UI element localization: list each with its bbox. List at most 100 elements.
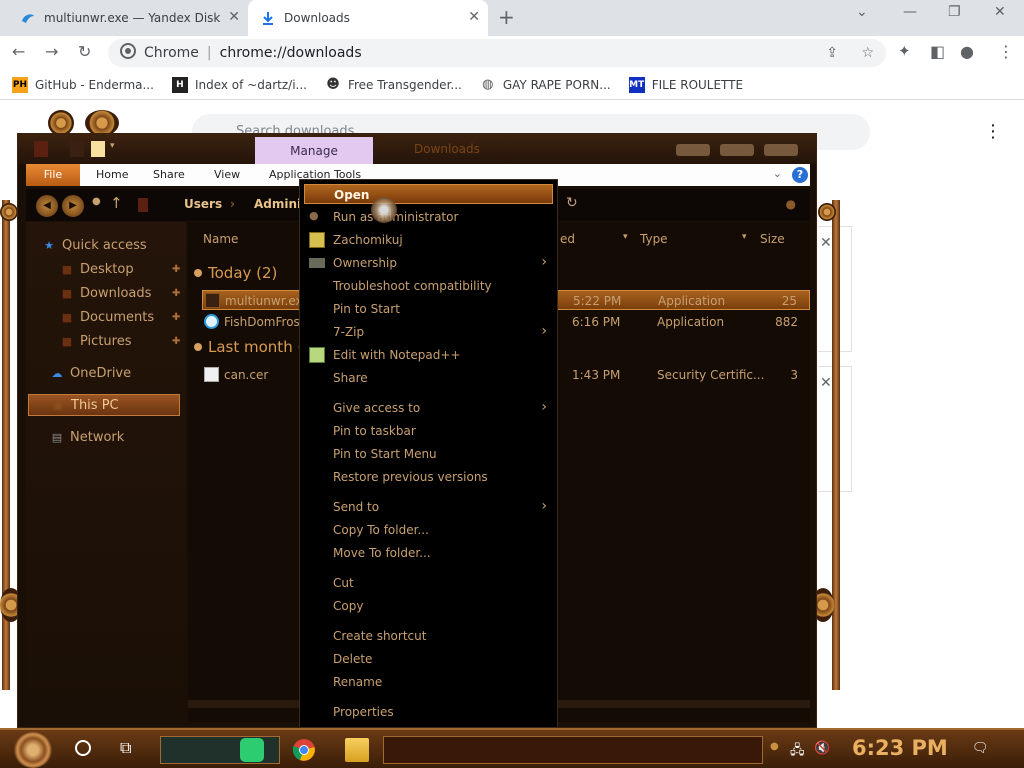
sidebar-item-onedrive[interactable]: ☁ OneDrive bbox=[50, 362, 132, 384]
column-header-name[interactable]: Name bbox=[203, 232, 238, 246]
sidebar-item-desktop[interactable]: ■ Desktop ✚ bbox=[60, 258, 181, 280]
group-header-last-month[interactable]: Last month (1 bbox=[194, 338, 313, 356]
clock[interactable]: 6:23 PM bbox=[852, 736, 948, 760]
bookmark-star-icon[interactable]: ☆ bbox=[861, 45, 874, 61]
column-header-type[interactable]: Type bbox=[640, 232, 668, 246]
tab-home[interactable]: Home bbox=[96, 168, 128, 181]
menu-item-pin-to-start-menu[interactable]: Pin to Start Menu bbox=[304, 444, 553, 464]
bookmark-label: Free Transgender... bbox=[347, 77, 462, 92]
group-header-today[interactable]: Today (2) bbox=[194, 264, 277, 282]
forward-icon[interactable]: ▶ bbox=[62, 195, 84, 217]
reload-icon[interactable]: ↻ bbox=[78, 42, 91, 61]
menu-item-share[interactable]: Share bbox=[304, 368, 553, 388]
extensions-icon[interactable]: ✦ bbox=[898, 42, 911, 60]
globe-icon: ◍ bbox=[482, 77, 494, 92]
quick-access-dropdown-icon[interactable]: ▾ bbox=[110, 141, 120, 157]
sidebar-item-this-pc[interactable]: ▣ This PC bbox=[28, 394, 180, 416]
refresh-icon[interactable]: ↻ bbox=[566, 195, 578, 211]
sort-dropdown-icon[interactable]: ▾ bbox=[742, 232, 747, 242]
sidebar-item-documents[interactable]: ■ Documents ✚ bbox=[60, 306, 181, 328]
tab-downloads[interactable]: Downloads ✕ bbox=[248, 0, 488, 36]
tab-file[interactable]: File bbox=[26, 164, 80, 186]
menu-item-run-as-administrator[interactable]: ● Run as administrator bbox=[304, 207, 553, 227]
remove-download-icon[interactable]: ✕ bbox=[820, 235, 832, 251]
tab-manage[interactable]: Manage bbox=[255, 137, 373, 165]
new-tab-icon[interactable]: + bbox=[498, 5, 515, 29]
column-header-size[interactable]: Size bbox=[760, 232, 785, 246]
menu-item-edit-with-notepad[interactable]: Edit with Notepad++ bbox=[304, 345, 553, 365]
menu-item-give-access-to[interactable]: Give access to › bbox=[304, 398, 553, 418]
maximize-icon[interactable] bbox=[720, 144, 754, 156]
remove-download-icon[interactable]: ✕ bbox=[820, 375, 832, 391]
menu-item-delete[interactable]: Delete bbox=[304, 649, 553, 669]
network-icon[interactable]: 🖧 bbox=[790, 741, 805, 763]
tab-yandex-disk[interactable]: multiunwr.exe — Yandex Disk ✕ bbox=[8, 0, 248, 36]
file-explorer-icon[interactable] bbox=[345, 738, 369, 762]
back-icon[interactable]: ◀ bbox=[36, 195, 58, 217]
recent-locations-icon[interactable]: ● bbox=[92, 196, 101, 207]
menu-item-pin-to-start[interactable]: Pin to Start bbox=[304, 299, 553, 319]
search-icon[interactable] bbox=[75, 740, 91, 756]
file-date: 5:22 PM bbox=[573, 294, 622, 308]
menu-item-cut[interactable]: Cut bbox=[304, 573, 553, 593]
tab-share[interactable]: Share bbox=[153, 168, 185, 181]
menu-item-open[interactable]: Open bbox=[304, 184, 553, 204]
sidebar-item-pictures[interactable]: ■ Pictures ✚ bbox=[60, 330, 181, 352]
breadcrumb-users[interactable]: Users bbox=[184, 197, 222, 211]
bookmark-index-dartz[interactable]: H Index of ~dartz/i... bbox=[171, 76, 307, 93]
task-view-icon[interactable]: ⧉ bbox=[120, 738, 131, 758]
close-window-icon[interactable]: ✕ bbox=[994, 4, 1006, 20]
bookmark-github[interactable]: PH GitHub - Enderma... bbox=[12, 76, 154, 93]
new-folder-icon[interactable] bbox=[91, 141, 105, 157]
tab-close-icon[interactable]: ✕ bbox=[228, 9, 240, 25]
share-icon[interactable]: ⇪ bbox=[826, 45, 838, 61]
menu-item-create-shortcut[interactable]: Create shortcut bbox=[304, 626, 553, 646]
chrome-menu-icon[interactable]: ⋮ bbox=[998, 42, 1014, 61]
bookmark-file-roulette[interactable]: MT FILE ROULETTE bbox=[628, 76, 743, 93]
menu-item-pin-to-taskbar[interactable]: Pin to taskbar bbox=[304, 421, 553, 441]
menu-item-move-to-folder[interactable]: Move To folder... bbox=[304, 543, 553, 563]
search-icon[interactable]: ● bbox=[786, 197, 796, 211]
profile-avatar-icon[interactable]: ● bbox=[960, 42, 974, 61]
menu-item-label: Copy To folder... bbox=[333, 523, 429, 537]
menu-item-7-zip[interactable]: 7-Zip › bbox=[304, 322, 553, 342]
sidebar-item-downloads[interactable]: ■ Downloads ✚ bbox=[60, 282, 181, 304]
menu-item-copy-to-folder[interactable]: Copy To folder... bbox=[304, 520, 553, 540]
properties-icon[interactable] bbox=[70, 141, 84, 157]
address-bar[interactable]: Chrome | chrome://downloads ⇪ ☆ bbox=[108, 39, 886, 67]
tab-view[interactable]: View bbox=[214, 168, 240, 181]
close-icon[interactable] bbox=[764, 144, 798, 156]
expand-ribbon-icon[interactable]: ⌄ bbox=[773, 167, 782, 180]
menu-item-zachomikuj[interactable]: Zachomikuj bbox=[304, 230, 553, 250]
menu-item-ownership[interactable]: Ownership › bbox=[304, 253, 553, 273]
notifications-icon[interactable]: 🗨 bbox=[972, 741, 989, 756]
volume-muted-icon[interactable]: 🔇 bbox=[814, 741, 830, 756]
tab-search-chevron-icon[interactable]: ⌄ bbox=[856, 4, 868, 20]
start-button[interactable] bbox=[14, 732, 52, 768]
chrome-icon[interactable] bbox=[292, 738, 316, 762]
restore-icon[interactable]: ❐ bbox=[948, 4, 961, 20]
menu-item-properties[interactable]: Properties bbox=[304, 702, 553, 722]
column-header-date[interactable]: ed bbox=[560, 232, 575, 246]
menu-item-copy[interactable]: Copy bbox=[304, 596, 553, 616]
sidebar-item-network[interactable]: ▤ Network bbox=[50, 426, 124, 448]
menu-item-label: Pin to Start bbox=[333, 302, 400, 316]
menu-item-rename[interactable]: Rename bbox=[304, 672, 553, 692]
minimize-icon[interactable] bbox=[676, 144, 710, 156]
up-icon[interactable]: ↑ bbox=[110, 194, 123, 212]
menu-item-restore-previous-versions[interactable]: Restore previous versions bbox=[304, 467, 553, 487]
menu-item-troubleshoot-compatibility[interactable]: Troubleshoot compatibility bbox=[304, 276, 553, 296]
bookmark-free-transgender[interactable]: ☻ Free Transgender... bbox=[325, 77, 462, 93]
downloads-menu-icon[interactable]: ⋮ bbox=[984, 121, 1002, 142]
side-panel-icon[interactable]: ◧ bbox=[930, 42, 945, 61]
bookmark-gay-rape[interactable]: ◍ GAY RAPE PORN... bbox=[480, 77, 611, 93]
minimize-icon[interactable]: — bbox=[903, 4, 917, 20]
tab-close-icon[interactable]: ✕ bbox=[468, 9, 480, 25]
forward-icon[interactable]: → bbox=[45, 42, 58, 61]
menu-item-send-to[interactable]: Send to › bbox=[304, 497, 553, 517]
sidebar-item-quick-access[interactable]: ★ Quick access bbox=[42, 234, 147, 256]
sort-dropdown-icon[interactable]: ▾ bbox=[623, 232, 628, 242]
help-icon[interactable]: ? bbox=[792, 167, 808, 183]
notes-app-icon[interactable] bbox=[240, 738, 264, 762]
back-icon[interactable]: ← bbox=[12, 42, 25, 61]
